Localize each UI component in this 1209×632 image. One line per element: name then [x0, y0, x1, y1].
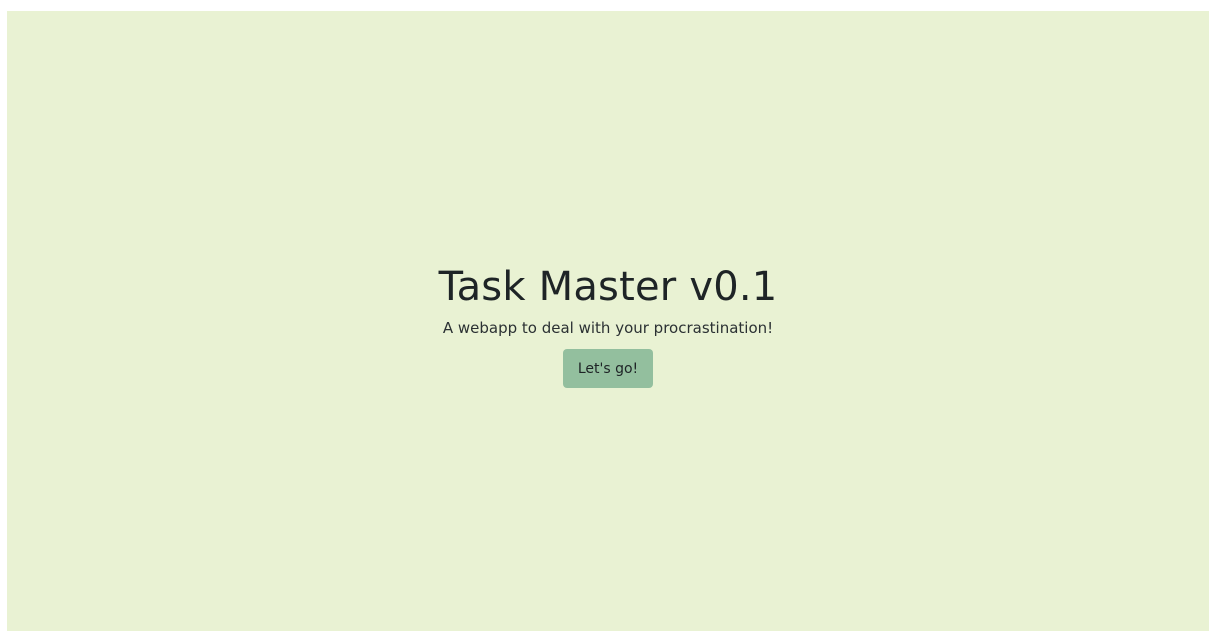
page-subtitle: A webapp to deal with your procrastinati…	[442, 319, 774, 337]
lets-go-button[interactable]: Let's go!	[563, 349, 653, 388]
hero-section: Task Master v0.1 A webapp to deal with y…	[7, 263, 1209, 388]
landing-page: Task Master v0.1 A webapp to deal with y…	[7, 11, 1209, 631]
page-title: Task Master v0.1	[438, 264, 778, 310]
